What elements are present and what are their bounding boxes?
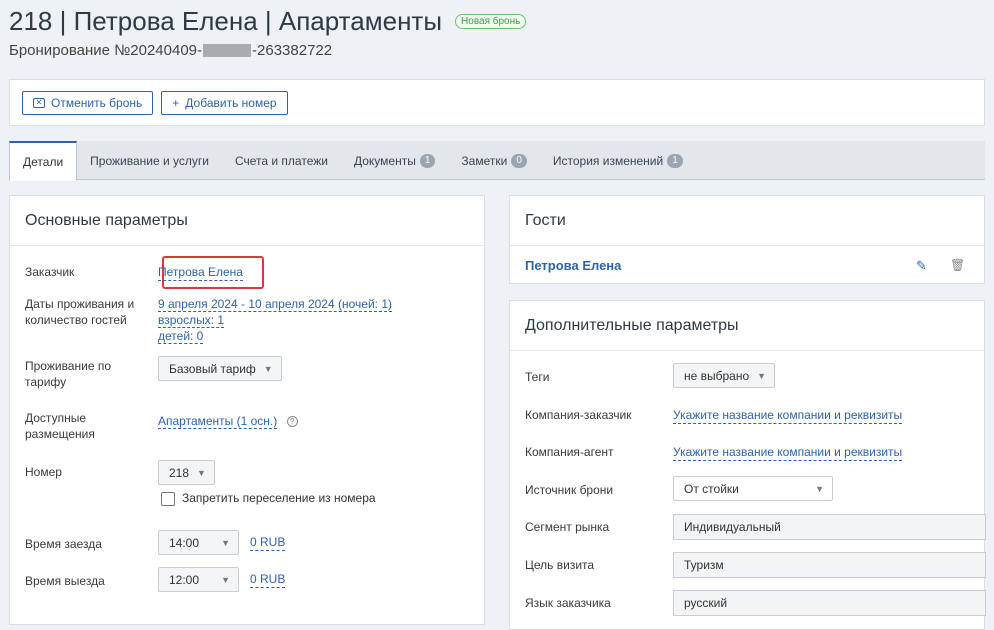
panel-title: Дополнительные параметры [510,301,984,351]
main-params-panel: Основные параметры Заказчик Петрова Елен… [9,195,485,625]
tariff-dropdown[interactable]: Базовый тариф ▼ [158,356,282,381]
redacted-block [203,44,252,57]
tab-count: 0 [511,153,527,168]
tab-count: 1 [419,153,436,168]
tab-label: Проживание и услуги [90,153,209,168]
room-dropdown[interactable]: 218 ▼ [158,460,215,485]
checkin-time-dropdown[interactable]: 14:00 ▼ [158,530,239,555]
plus-icon: + [172,95,180,110]
tab-label: Детали [23,154,64,169]
guest-name[interactable]: Петрова Елена [525,258,621,273]
source-value: От стойки [684,481,739,496]
agent-label: Компания-агент [525,445,614,459]
purpose-field[interactable]: Туризм [673,552,986,578]
chevron-down-icon: ▼ [197,467,206,478]
customer-label: Заказчик [25,265,75,279]
checkout-label: Время выезда [25,574,105,588]
page-header: 218 | Петрова Елена | Апартаменты Новая … [9,6,994,59]
booking-number: Бронирование №20240409- -263382722 [9,42,994,59]
tab-notes[interactable]: Заметки 0 [448,141,539,180]
dates-label: Даты проживания и количество гостей [25,297,135,327]
booking-number-prefix: Бронирование №20240409- [9,42,203,59]
tab-label: Счета и платежи [234,153,328,168]
panel-title: Основные параметры [10,196,484,246]
tariff-label: Проживание по тарифу [25,359,111,389]
source-dropdown[interactable]: От стойки ▼ [673,476,833,501]
forbid-move-checkbox[interactable] [161,491,175,506]
cancel-booking-label: Отменить бронь [51,95,143,110]
panel-title: Гости [510,196,984,246]
extra-params-panel: Дополнительные параметры Теги не выбрано… [509,300,986,630]
chevron-down-icon: ▼ [757,370,767,381]
action-bar: ✕ Отменить бронь + Добавить номер [9,79,985,126]
guests-panel: Гости Петрова Елена ✎ 🗑 [509,195,985,284]
segment-label: Сегмент рынка [525,520,610,534]
dates-link[interactable]: 9 апреля 2024 - 10 апреля 2024 (ночей: 1… [158,297,392,312]
chevron-down-icon: ▼ [815,483,824,494]
tab-count: 1 [667,153,683,168]
tab-bar: Детали Проживание и услуги Счета и плате… [9,141,985,181]
language-label: Язык заказчика [525,596,611,610]
tags-label: Теги [525,370,550,384]
forbid-move-label: Запретить переселение из номера [182,491,376,505]
tab-label: Заметки [461,153,508,168]
booking-number-suffix: -263382722 [252,42,333,59]
help-icon[interactable]: ? [286,416,298,428]
customer-link[interactable]: Петрова Елена [158,264,243,281]
children-link[interactable]: детей: 0 [158,329,204,344]
checkout-time-dropdown[interactable]: 12:00 ▼ [158,567,239,592]
placement-label: Доступные размещения [25,411,95,441]
chevron-down-icon: ▼ [221,537,230,548]
segment-field[interactable]: Индивидуальный [673,514,986,540]
tags-value: не выбрано [684,368,750,383]
chevron-down-icon: ▼ [221,574,230,585]
tariff-value: Базовый тариф [169,361,256,376]
tab-documents[interactable]: Документы 1 [341,141,448,180]
tab-accommodation[interactable]: Проживание и услуги [77,141,222,180]
company-label: Компания-заказчик [525,408,632,422]
cancel-icon: ✕ [33,97,45,108]
dates-values: 9 апреля 2024 - 10 апреля 2024 (ночей: 1… [158,296,392,344]
checkin-label: Время заезда [25,537,102,551]
company-link[interactable]: Укажите название компании и реквизиты [673,407,903,424]
page-title: 218 | Петрова Елена | Апартаменты [9,6,443,36]
add-room-label: Добавить номер [185,95,277,110]
forbid-move-option: Запретить переселение из номера [161,490,376,506]
adults-link[interactable]: взрослых: 1 [158,313,225,328]
language-field[interactable]: русский [673,590,986,616]
checkin-value: 14:00 [169,535,200,550]
checkout-value: 12:00 [169,572,200,587]
purpose-value: Туризм [684,558,724,572]
cancel-booking-button[interactable]: ✕ Отменить бронь [22,90,154,115]
checkout-price-link[interactable]: 0 RUB [250,571,286,588]
trash-icon[interactable]: 🗑 [950,258,965,272]
tab-details[interactable]: Детали [9,141,78,181]
source-label: Источник брони [525,483,614,497]
segment-value: Индивидуальный [684,520,781,534]
checkin-price-link[interactable]: 0 RUB [250,534,286,551]
tags-dropdown[interactable]: не выбрано ▼ [673,363,776,388]
tab-label: Документы [353,153,416,168]
room-label: Номер [25,465,62,479]
tab-invoices[interactable]: Счета и платежи [222,141,341,180]
tab-label: История изменений [552,153,664,168]
language-value: русский [684,596,728,610]
purpose-label: Цель визита [525,558,595,572]
placement-link[interactable]: Апартаменты (1 осн.) [158,414,278,429]
add-room-button[interactable]: + Добавить номер [161,90,288,115]
status-badge: Новая бронь [455,14,527,29]
agent-link[interactable]: Укажите название компании и реквизиты [673,444,903,461]
chevron-down-icon: ▼ [263,363,273,374]
tab-history[interactable]: История изменений 1 [540,141,696,180]
pencil-icon[interactable]: ✎ [916,258,927,274]
room-value: 218 [169,465,190,480]
